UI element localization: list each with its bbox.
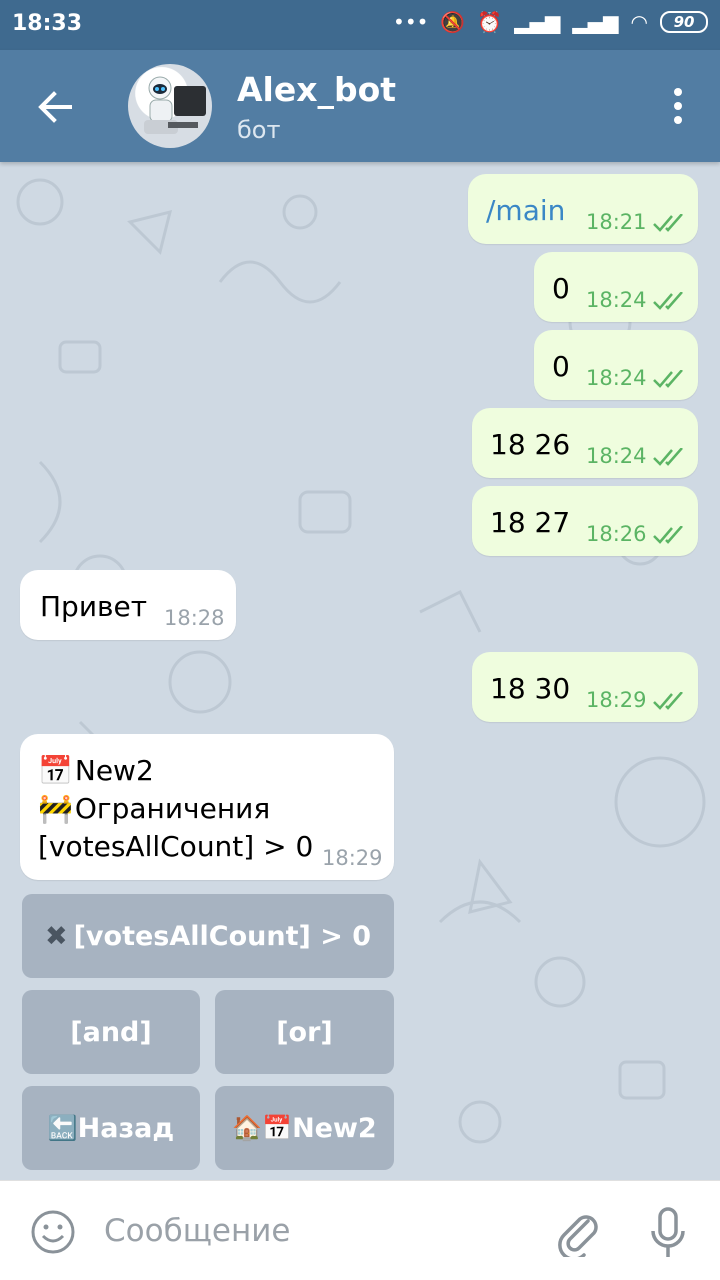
signal-icon: ▂▄▆ — [514, 10, 561, 34]
house-icon: 🏠 — [232, 1114, 263, 1142]
status-icons: ••• 🔕 ⏰ ▂▄▆ ▂▄▆ ◠ 90 — [393, 10, 708, 34]
keyboard-button-label: Назад — [77, 1112, 175, 1144]
message-text-line3: [votesAllCount] > 0 — [38, 830, 314, 863]
calendar-icon: 📅 — [262, 1114, 293, 1142]
message-time: 18:29 — [322, 846, 383, 870]
message-time: 18:21 — [586, 210, 647, 234]
message-bubble-outgoing[interactable]: 18 30 18:29 — [472, 652, 698, 722]
keyboard-button-label: [votesAllCount] > 0 — [73, 920, 372, 952]
alarm-icon: ⏰ — [477, 10, 503, 34]
keyboard-button-and[interactable]: [and] — [22, 990, 200, 1074]
signal-icon-2: ▂▄▆ — [572, 10, 619, 34]
message-bubble-outgoing[interactable]: 18 26 18:24 — [472, 408, 698, 478]
construction-icon: 🚧 — [38, 792, 73, 825]
message-text-line1: New2 — [74, 754, 154, 787]
keyboard-button-condition[interactable]: ✖ [votesAllCount] > 0 — [22, 894, 394, 978]
message-text: 18 27 — [490, 506, 571, 539]
keyboard-button-back[interactable]: 🔙 Назад — [22, 1086, 200, 1170]
message-bubble-outgoing[interactable]: 0 18:24 — [534, 252, 698, 322]
chat-header: Alex_bot бот — [0, 50, 720, 162]
keyboard-button-label: [and] — [70, 1016, 152, 1048]
double-check-icon — [653, 292, 683, 310]
robot-avatar-icon — [144, 76, 206, 134]
status-bar: 18:33 ••• 🔕 ⏰ ▂▄▆ ▂▄▆ ◠ 90 — [0, 0, 720, 50]
double-check-icon — [653, 214, 683, 232]
avatar[interactable] — [128, 64, 212, 148]
message-line: 🚧 Ограничения — [38, 792, 270, 825]
message-time: 18:29 — [586, 688, 647, 712]
message-bubble-incoming[interactable]: 📅 New2 🚧 Ограничения [votesAllCount] > 0… — [20, 734, 394, 880]
keyboard-button-or[interactable]: [or] — [215, 990, 394, 1074]
message-line: 📅 New2 — [38, 754, 154, 787]
keyboard-button-label: New2 — [292, 1112, 377, 1144]
message-input[interactable]: Сообщение — [104, 1213, 290, 1249]
double-check-icon — [653, 448, 683, 466]
message-text: Привет — [40, 590, 148, 623]
mute-bell-icon: 🔕 — [440, 10, 466, 34]
message-text: 18 26 — [490, 428, 571, 461]
message-time: 18:24 — [586, 288, 647, 312]
message-text-line2: Ограничения — [74, 792, 271, 825]
microphone-icon[interactable] — [650, 1207, 686, 1259]
double-check-icon — [653, 526, 683, 544]
message-bubble-outgoing[interactable]: /main 18:21 — [468, 174, 698, 244]
message-text: 18 30 — [490, 672, 571, 705]
back-arrow-emoji-icon: 🔙 — [47, 1114, 78, 1142]
attach-paperclip-icon[interactable] — [554, 1207, 600, 1257]
chat-subtitle: бот — [237, 116, 281, 144]
message-bubble-outgoing[interactable]: 18 27 18:26 — [472, 486, 698, 556]
message-time: 18:24 — [586, 366, 647, 390]
message-text: /main — [486, 194, 566, 227]
message-time: 18:26 — [586, 522, 647, 546]
keyboard-button-home[interactable]: 🏠 📅 New2 — [215, 1086, 394, 1170]
menu-kebab-icon[interactable] — [672, 88, 684, 126]
message-time: 18:24 — [586, 444, 647, 468]
battery-icon: 90 — [660, 11, 708, 33]
chat-area[interactable]: /main 18:21 0 18:24 0 18:24 18 26 18:24 … — [0, 162, 720, 1180]
message-text: 0 — [552, 272, 570, 305]
message-bubble-incoming[interactable]: Привет 18:28 — [20, 570, 236, 640]
keyboard-button-label: [or] — [276, 1016, 333, 1048]
double-check-icon — [653, 370, 683, 388]
wifi-icon: ◠ — [630, 10, 648, 34]
message-bubble-outgoing[interactable]: 0 18:24 — [534, 330, 698, 400]
cross-icon: ✖ — [44, 920, 68, 952]
double-check-icon — [653, 692, 683, 710]
chat-title[interactable]: Alex_bot — [237, 70, 396, 109]
back-arrow-icon[interactable] — [34, 86, 76, 128]
message-text: 0 — [552, 350, 570, 383]
calendar-icon: 📅 — [38, 754, 73, 787]
message-composer: Сообщение — [0, 1180, 720, 1280]
emoji-icon[interactable] — [30, 1209, 76, 1255]
more-dots-icon: ••• — [393, 10, 429, 34]
status-time: 18:33 — [12, 11, 83, 36]
message-time: 18:28 — [164, 606, 225, 630]
